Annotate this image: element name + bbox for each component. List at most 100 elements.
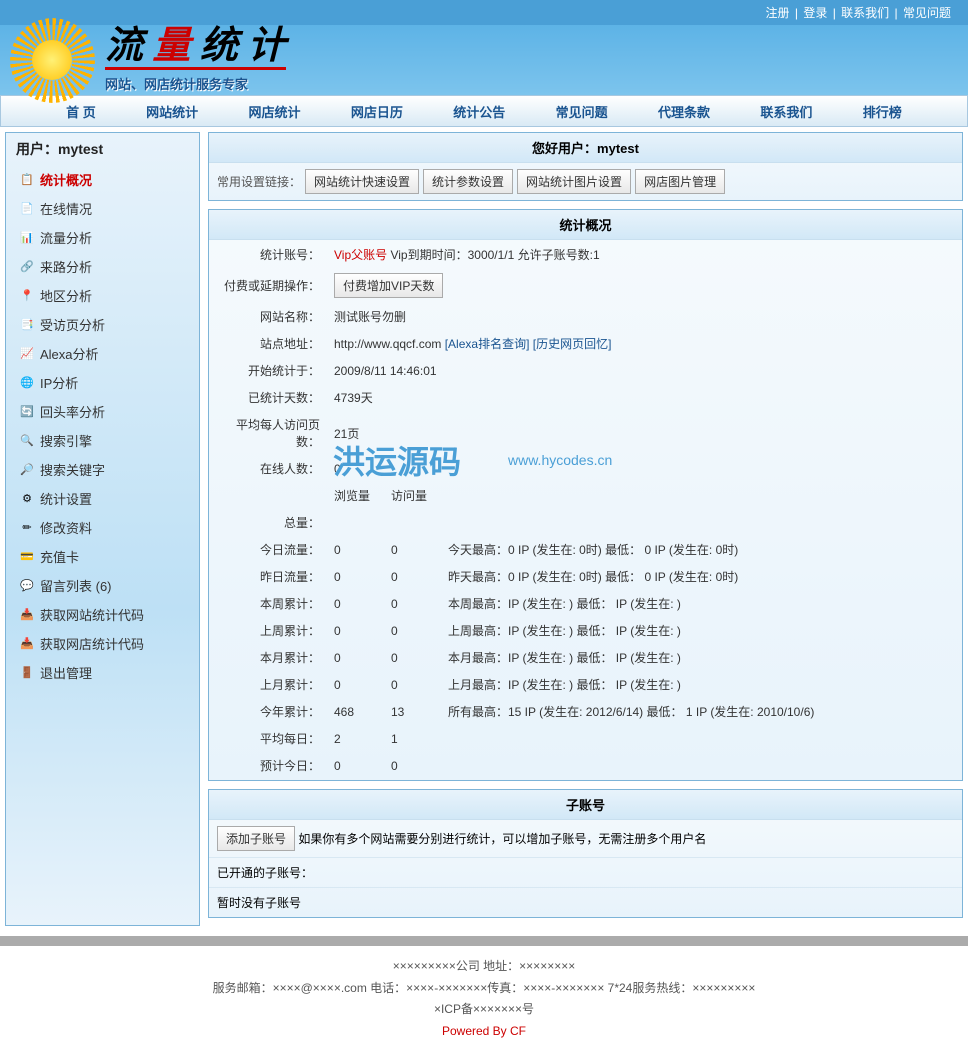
row-pv: 0: [328, 618, 383, 643]
welcome-panel: 您好用户：mytest 常用设置链接： 网站统计快速设置 统计参数设置 网站统计…: [208, 132, 963, 201]
login-link[interactable]: 登录: [803, 6, 827, 20]
sidebar-icon: 📊: [20, 231, 34, 245]
main-content: 洪运源码 www.hycodes.cn 您好用户：mytest 常用设置链接： …: [208, 132, 963, 926]
shop-image-button[interactable]: 网店图片管理: [635, 169, 725, 194]
days-label: 已统计天数：: [211, 385, 326, 410]
row-uv: 0: [385, 645, 440, 670]
sidebar-item-10[interactable]: 🔎搜索关键字: [14, 455, 191, 484]
params-button[interactable]: 统计参数设置: [423, 169, 513, 194]
nav-home[interactable]: 首 页: [66, 102, 96, 121]
sidebar-item-6[interactable]: 📈Alexa分析: [14, 339, 191, 368]
sidebar-item-5[interactable]: 📑受访页分析: [14, 310, 191, 339]
row-uv: 0: [385, 591, 440, 616]
row-pv: 0: [328, 537, 383, 562]
footer-company: ×××××××××公司 地址：××××××××: [10, 956, 958, 978]
sidebar-label: 获取网店统计代码: [40, 634, 144, 653]
row-extra: 本月最高：IP (发生在: ) 最低： IP (发生在: ): [442, 645, 960, 670]
sub-title: 子账号: [209, 790, 962, 820]
sidebar-item-0[interactable]: 📋 统计概况: [14, 165, 191, 194]
row-label: 平均每日：: [211, 726, 326, 751]
row-uv: 0: [385, 537, 440, 562]
sidebar-item-17[interactable]: 🚪退出管理: [14, 658, 191, 687]
vip-badge: Vip父账号: [334, 248, 387, 262]
pay-button[interactable]: 付费增加VIP天数: [334, 273, 443, 298]
sidebar-item-13[interactable]: 💳充值卡: [14, 542, 191, 571]
siteurl-label: 站点地址：: [211, 331, 326, 356]
sitename-value: 测试账号勿删: [328, 304, 960, 329]
sidebar-label: 退出管理: [40, 663, 92, 682]
start-label: 开始统计于：: [211, 358, 326, 383]
sidebar-label: 统计概况: [40, 170, 92, 189]
sidebar-item-3[interactable]: 🔗来路分析: [14, 252, 191, 281]
nav-faq[interactable]: 常见问题: [556, 102, 608, 121]
row-pv: 0: [328, 564, 383, 589]
footer-powered: Powered By CF: [10, 1021, 958, 1043]
sidebar-icon: 📈: [20, 347, 34, 361]
add-sub-button[interactable]: 添加子账号: [217, 826, 295, 851]
quick-links-label: 常用设置链接：: [217, 173, 301, 190]
sidebar-icon: 💳: [20, 550, 34, 564]
row-pv: 0: [328, 591, 383, 616]
sidebar-label: 留言列表 (6): [40, 576, 112, 595]
sidebar-icon: 📄: [20, 202, 34, 216]
sidebar-item-8[interactable]: 🔄回头率分析: [14, 397, 191, 426]
nav-notice[interactable]: 统计公告: [453, 102, 505, 121]
register-link[interactable]: 注册: [766, 6, 790, 20]
stat-row-2: 本周累计：00本周最高：IP (发生在: ) 最低： IP (发生在: ): [211, 591, 960, 616]
row-label: 上月累计：: [211, 672, 326, 697]
sidebar-title: 用户：mytest: [6, 133, 199, 165]
nav-calendar[interactable]: 网店日历: [351, 102, 403, 121]
image-setup-button[interactable]: 网站统计图片设置: [517, 169, 631, 194]
top-links-bar: 注册 | 登录 | 联系我们 | 常见问题: [0, 0, 968, 25]
sidebar-item-14[interactable]: 💬留言列表 (6): [14, 571, 191, 600]
sidebar-item-7[interactable]: 🌐IP分析: [14, 368, 191, 397]
sidebar-item-1[interactable]: 📄在线情况: [14, 194, 191, 223]
sidebar-item-4[interactable]: 📍地区分析: [14, 281, 191, 310]
footer-icp: ×ICP备×××××××号: [10, 999, 958, 1021]
row-uv: 13: [385, 699, 440, 724]
sidebar-label: 回头率分析: [40, 402, 105, 421]
sidebar-item-16[interactable]: 📥 获取网店统计代码: [14, 629, 191, 658]
sidebar-item-11[interactable]: ⚙统计设置: [14, 484, 191, 513]
nav-shop-stats[interactable]: 网店统计: [249, 102, 301, 121]
alexa-link[interactable]: [Alexa排名查询]: [445, 337, 530, 351]
subaccount-panel: 子账号 添加子账号 如果你有多个网站需要分别进行统计，可以增加子账号，无需注册多…: [208, 789, 963, 918]
sidebar-icon: 🔍: [20, 434, 34, 448]
nav-site-stats[interactable]: 网站统计: [146, 102, 198, 121]
sidebar-label: 受访页分析: [40, 315, 105, 334]
avg-label: 平均每人访问页数：: [211, 412, 326, 454]
welcome-title: 您好用户：mytest: [209, 133, 962, 163]
sidebar-icon: 📍: [20, 289, 34, 303]
stat-row-0: 今日流量：00今天最高：0 IP (发生在: 0时) 最低： 0 IP (发生在…: [211, 537, 960, 562]
row-uv: 0: [385, 753, 440, 778]
account-label: 统计账号：: [211, 242, 326, 267]
sidebar-icon: 📥: [20, 637, 34, 651]
row-uv: 0: [385, 672, 440, 697]
row-label: 本周累计：: [211, 591, 326, 616]
faq-link[interactable]: 常见问题: [903, 6, 951, 20]
sidebar-label: 搜索关键字: [40, 460, 105, 479]
logo-text: 流 量 统 计 网站、网店统计服务专家: [105, 27, 286, 93]
nav-contact[interactable]: 联系我们: [760, 102, 812, 121]
sidebar-icon: 🌐: [20, 376, 34, 390]
row-label: 预计今日：: [211, 753, 326, 778]
sidebar-item-9[interactable]: 🔍搜索引擎: [14, 426, 191, 455]
sidebar-icon: 📋: [20, 173, 34, 187]
col-visits: 访问量: [385, 483, 440, 508]
row-extra: [442, 726, 960, 751]
sidebar-item-12[interactable]: ✏修改资料: [14, 513, 191, 542]
online-value: 0: [328, 456, 960, 481]
row-extra: 上月最高：IP (发生在: ) 最低： IP (发生在: ): [442, 672, 960, 697]
contact-link[interactable]: 联系我们: [841, 6, 889, 20]
sidebar-icon: 🔗: [20, 260, 34, 274]
sidebar-item-15[interactable]: 📥获取网站统计代码: [14, 600, 191, 629]
nav-agent[interactable]: 代理条款: [658, 102, 710, 121]
row-uv: 0: [385, 618, 440, 643]
stat-row-6: 今年累计：46813所有最高：15 IP (发生在: 2012/6/14) 最低…: [211, 699, 960, 724]
quick-setup-button[interactable]: 网站统计快速设置: [305, 169, 419, 194]
stat-row-5: 上月累计：00上月最高：IP (发生在: ) 最低： IP (发生在: ): [211, 672, 960, 697]
nav-rank[interactable]: 排行榜: [863, 102, 902, 121]
row-label: 昨日流量：: [211, 564, 326, 589]
sidebar-item-2[interactable]: 📊流量分析: [14, 223, 191, 252]
history-link[interactable]: [历史网页回忆]: [533, 337, 612, 351]
